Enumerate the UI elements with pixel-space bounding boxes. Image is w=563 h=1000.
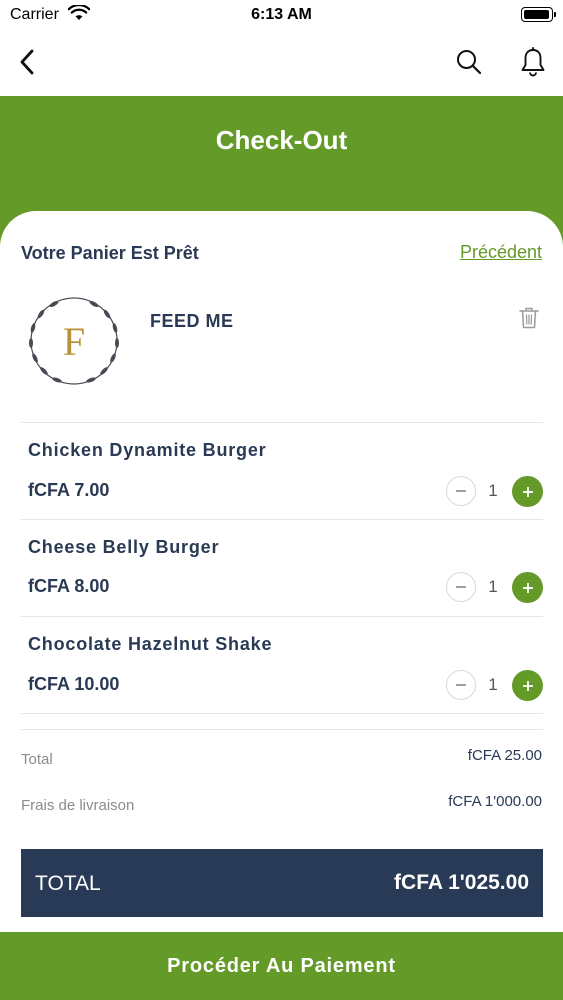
- item-price: fCFA 10.00: [28, 674, 120, 694]
- divider: [21, 519, 543, 520]
- total-bar: TOTAL fCFA 1'025.00: [21, 849, 543, 917]
- cart-heading: Votre Panier Est Prêt: [21, 243, 199, 263]
- decrease-quantity-button[interactable]: [446, 476, 476, 506]
- restaurant-logo: F: [24, 292, 124, 390]
- restaurant-name: FEED ME: [150, 311, 234, 331]
- item-name: Chicken Dynamite Burger: [28, 440, 267, 460]
- item-name: Chocolate Hazelnut Shake: [28, 634, 273, 654]
- increase-quantity-button[interactable]: [512, 670, 543, 701]
- trash-icon: [519, 307, 539, 329]
- status-time: 6:13 AM: [251, 6, 312, 23]
- increase-quantity-button[interactable]: [512, 572, 543, 603]
- total-label: TOTAL: [35, 872, 101, 895]
- divider: [21, 616, 543, 617]
- delete-restaurant-button[interactable]: [518, 306, 540, 330]
- notifications-button[interactable]: [515, 44, 551, 80]
- page-title: Check-Out: [215, 125, 348, 155]
- nav-bar: [0, 30, 563, 96]
- total-value: fCFA 1'025.00: [394, 871, 529, 894]
- item-price: fCFA 8.00: [28, 576, 110, 596]
- previous-link[interactable]: Précédent: [460, 242, 542, 263]
- proceed-to-payment-button[interactable]: Procéder Au Paiement: [0, 932, 563, 1000]
- chevron-left-icon: [20, 49, 34, 75]
- decrease-quantity-button[interactable]: [446, 670, 476, 700]
- logo-letter: F: [62, 318, 86, 364]
- item-quantity: 1: [488, 577, 498, 596]
- decrease-quantity-button[interactable]: [446, 572, 476, 602]
- back-button[interactable]: [10, 44, 46, 80]
- battery-level: [524, 10, 549, 19]
- divider: [21, 422, 543, 423]
- divider: [21, 729, 543, 730]
- item-name: Cheese Belly Burger: [28, 537, 220, 557]
- divider: [21, 713, 543, 714]
- subtotal-value: fCFA 25.00: [467, 747, 542, 764]
- search-icon: [457, 50, 482, 75]
- minus-icon: [456, 490, 466, 492]
- plus-icon: [522, 486, 533, 497]
- item-price: fCFA 7.00: [28, 480, 110, 500]
- item-quantity: 1: [488, 481, 498, 500]
- minus-icon: [456, 684, 466, 686]
- plus-icon: [522, 680, 533, 691]
- battery-icon: [521, 7, 556, 22]
- minus-icon: [456, 586, 466, 588]
- search-button[interactable]: [451, 44, 487, 80]
- bell-icon: [521, 47, 545, 77]
- plus-icon: [522, 582, 533, 593]
- status-bar: Carrier 6:13 AM: [0, 0, 563, 30]
- increase-quantity-button[interactable]: [512, 476, 543, 507]
- subtotal-label: Total: [21, 751, 53, 768]
- delivery-fee-value: fCFA 1'000.00: [448, 793, 542, 810]
- item-quantity: 1: [488, 675, 498, 694]
- delivery-fee-label: Frais de livraison: [21, 797, 135, 814]
